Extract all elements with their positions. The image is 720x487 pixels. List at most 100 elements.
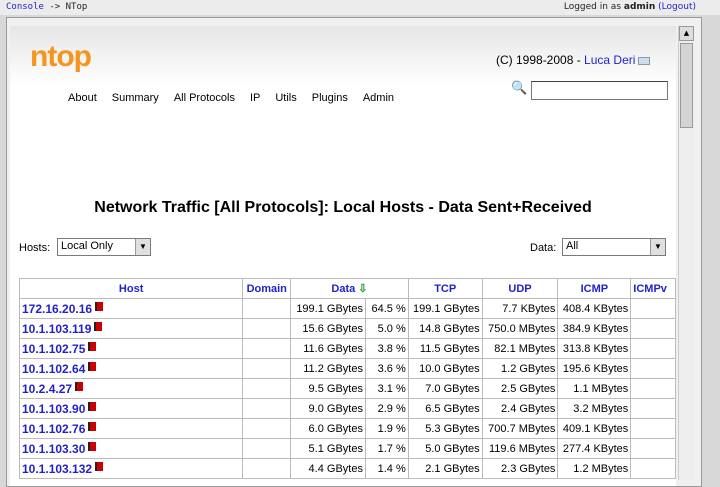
username: admin bbox=[623, 2, 656, 12]
icmpv6-cell bbox=[630, 418, 676, 439]
data-cell: 15.6 GBytes bbox=[290, 318, 366, 339]
ntop-page: ntop (C) 1998-2008 - Luca Deri About Summ… bbox=[10, 26, 676, 486]
author-link[interactable]: Luca Deri bbox=[584, 53, 635, 67]
flag-icon bbox=[88, 421, 97, 431]
col-host[interactable]: Host bbox=[18, 278, 244, 299]
udp-cell: 82.1 MBytes bbox=[481, 338, 559, 359]
copyright: (C) 1998-2008 - Luca Deri bbox=[496, 53, 651, 67]
flag-icon bbox=[88, 341, 97, 351]
menu-item-admin[interactable]: Admin bbox=[363, 92, 394, 104]
logout-link[interactable]: Logout bbox=[662, 2, 693, 12]
host-link[interactable]: 172.16.20.16 bbox=[22, 302, 92, 316]
search-icon: 🔍 bbox=[511, 81, 528, 96]
icmpv6-cell bbox=[630, 398, 676, 419]
table-row: 10.1.102.75 11.6 GBytes 3.8 % 11.5 GByte… bbox=[18, 338, 676, 359]
data-cell: 199.1 GBytes bbox=[290, 298, 366, 319]
domain-cell bbox=[242, 318, 292, 339]
scroll-thumb[interactable] bbox=[680, 43, 693, 128]
udp-cell: 2.4 GBytes bbox=[481, 398, 559, 419]
col-udp[interactable]: UDP bbox=[481, 278, 559, 299]
scroll-up-icon[interactable]: ▲ bbox=[679, 26, 694, 41]
search-input[interactable] bbox=[531, 81, 668, 100]
tcp-cell: 14.8 GBytes bbox=[407, 318, 483, 339]
percent-cell: 3.6 % bbox=[364, 358, 409, 379]
domain-cell bbox=[242, 418, 292, 439]
data-cell: 5.1 GBytes bbox=[290, 438, 366, 459]
percent-cell: 1.7 % bbox=[364, 438, 409, 459]
udp-cell: 1.2 GBytes bbox=[481, 358, 559, 379]
col-tcp[interactable]: TCP bbox=[407, 278, 483, 299]
flag-icon bbox=[95, 301, 104, 311]
hosts-table: Host Domain Data ⇩ TCP UDP ICMP ICMPv 17… bbox=[18, 278, 676, 479]
table-row: 10.2.4.27 9.5 GBytes 3.1 % 7.0 GBytes 2.… bbox=[18, 378, 676, 399]
mail-icon[interactable] bbox=[638, 56, 651, 65]
icmpv6-cell bbox=[630, 438, 676, 459]
ntop-logo[interactable]: ntop bbox=[30, 40, 92, 74]
percent-cell: 3.8 % bbox=[364, 338, 409, 359]
percent-cell: 2.9 % bbox=[364, 398, 409, 419]
breadcrumb: -> NTop bbox=[49, 2, 88, 12]
percent-cell: 5.0 % bbox=[364, 318, 409, 339]
sort-down-icon: ⇩ bbox=[358, 283, 368, 295]
table-row: 172.16.20.16 199.1 GBytes 64.5 % 199.1 G… bbox=[18, 298, 676, 319]
hosts-label: Hosts: bbox=[19, 242, 51, 254]
icmp-cell: 277.4 KBytes bbox=[557, 438, 632, 459]
host-link[interactable]: 10.1.102.75 bbox=[22, 342, 85, 356]
host-link[interactable]: 10.1.103.90 bbox=[22, 402, 85, 416]
domain-cell bbox=[242, 298, 292, 319]
domain-cell bbox=[242, 358, 292, 379]
console-link[interactable]: Console bbox=[6, 2, 44, 12]
icmp-cell: 313.8 KBytes bbox=[557, 338, 632, 359]
host-link[interactable]: 10.1.103.119 bbox=[22, 322, 91, 336]
percent-cell: 1.9 % bbox=[364, 418, 409, 439]
host-link[interactable]: 10.1.103.30 bbox=[22, 442, 85, 456]
host-link[interactable]: 10.1.102.64 bbox=[22, 362, 85, 376]
icmpv6-cell bbox=[630, 358, 676, 379]
udp-cell: 700.7 MBytes bbox=[481, 418, 559, 439]
flag-icon bbox=[88, 401, 97, 411]
data-cell: 6.0 GBytes bbox=[290, 418, 366, 439]
domain-cell bbox=[242, 378, 292, 399]
menu-item-summary[interactable]: Summary bbox=[112, 92, 159, 104]
flag-icon bbox=[95, 461, 104, 471]
tcp-cell: 5.0 GBytes bbox=[407, 438, 483, 459]
host-link[interactable]: 10.2.4.27 bbox=[22, 382, 72, 396]
page-title: Network Traffic [All Protocols]: Local H… bbox=[94, 199, 592, 216]
percent-cell: 1.4 % bbox=[364, 458, 409, 479]
menu-item-plugins[interactable]: Plugins bbox=[312, 92, 348, 104]
table-row: 10.1.103.119 15.6 GBytes 5.0 % 14.8 GByt… bbox=[18, 318, 676, 339]
host-link[interactable]: 10.1.102.76 bbox=[22, 422, 85, 436]
menu-item-utils[interactable]: Utils bbox=[275, 92, 296, 104]
tcp-cell: 10.0 GBytes bbox=[407, 358, 483, 379]
menu-item-about[interactable]: About bbox=[68, 92, 97, 104]
col-data[interactable]: Data ⇩ bbox=[290, 278, 409, 299]
table-row: 10.1.103.90 9.0 GBytes 2.9 % 6.5 GBytes … bbox=[18, 398, 676, 419]
col-icmpv6[interactable]: ICMPv bbox=[630, 278, 676, 299]
col-domain[interactable]: Domain bbox=[242, 278, 292, 299]
icmpv6-cell bbox=[630, 378, 676, 399]
flag-icon bbox=[75, 381, 84, 391]
table-row: 10.1.102.76 6.0 GBytes 1.9 % 5.3 GBytes … bbox=[18, 418, 676, 439]
tcp-cell: 5.3 GBytes bbox=[407, 418, 483, 439]
menu-item-all-protocols[interactable]: All Protocols bbox=[174, 92, 235, 104]
data-cell: 11.6 GBytes bbox=[290, 338, 366, 359]
udp-cell: 2.3 GBytes bbox=[481, 458, 559, 479]
icmpv6-cell bbox=[630, 318, 676, 339]
data-select[interactable]: All ▼ bbox=[562, 238, 666, 256]
scrollbar[interactable]: ▲ bbox=[678, 26, 694, 480]
flag-icon bbox=[88, 361, 97, 371]
icmpv6-cell bbox=[630, 298, 676, 319]
col-icmp[interactable]: ICMP bbox=[557, 278, 632, 299]
chevron-down-icon: ▼ bbox=[135, 239, 150, 255]
domain-cell bbox=[242, 398, 292, 419]
data-cell: 4.4 GBytes bbox=[290, 458, 366, 479]
menu-item-ip[interactable]: IP bbox=[250, 92, 260, 104]
icmp-cell: 1.1 MBytes bbox=[557, 378, 632, 399]
tcp-cell: 199.1 GBytes bbox=[407, 298, 483, 319]
domain-cell bbox=[242, 458, 292, 479]
host-link[interactable]: 10.1.103.132 bbox=[22, 462, 92, 476]
tcp-cell: 2.1 GBytes bbox=[407, 458, 483, 479]
hosts-select[interactable]: Local Only ▼ bbox=[57, 238, 151, 256]
udp-cell: 2.5 GBytes bbox=[481, 378, 559, 399]
tcp-cell: 11.5 GBytes bbox=[407, 338, 483, 359]
